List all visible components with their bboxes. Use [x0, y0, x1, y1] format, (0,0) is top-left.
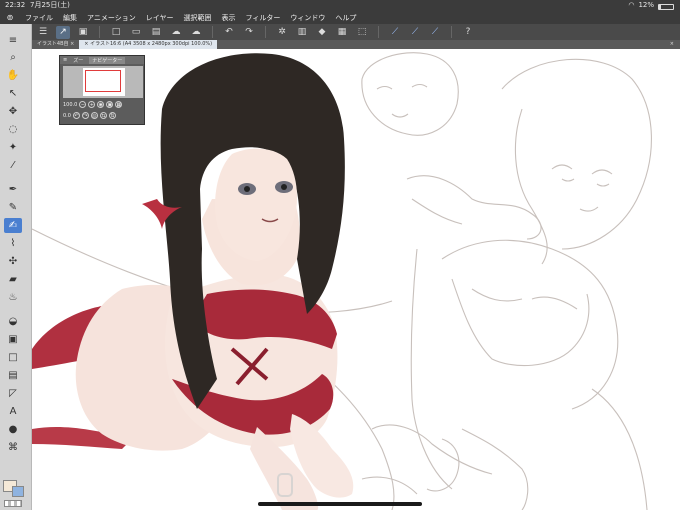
correction-tool-icon[interactable]: ⌘ [4, 440, 22, 455]
transparent-color-swatch[interactable] [4, 500, 22, 507]
menu-layer[interactable]: レイヤー [141, 13, 179, 23]
pen-tool-icon[interactable]: ✒ [4, 182, 22, 197]
status-right: ◠ 12% [628, 0, 674, 11]
tool-palette: ≡ ⌕ ✋ ↖ ✥ ◌ ✦ ⁄ ✒ ✎ ✍ ⌇ ✣ ▰ ♨ ◒ ▣ □ ▤ ◸ … [0, 24, 32, 510]
figure-tool-icon[interactable]: □ [4, 350, 22, 365]
text-tool-icon[interactable]: A [4, 404, 22, 419]
clear-icon[interactable]: ▥ [295, 26, 309, 39]
canvas-tab-strip: イラスト4B自 × × イラスト16:6 (A4 3508 x 2480px 3… [32, 40, 680, 49]
menu-view[interactable]: 表示 [217, 13, 241, 23]
eraser-icon[interactable]: ▰ [4, 272, 22, 287]
open-folder-icon[interactable]: ▭ [129, 26, 143, 39]
flip-vertical-icon[interactable]: ⇅ [108, 112, 116, 119]
menu-filter[interactable]: フィルター [241, 13, 286, 23]
battery-percent: 12% [638, 1, 654, 9]
tab-navigator[interactable]: ナビゲーター [89, 56, 126, 64]
home-indicator[interactable] [258, 502, 422, 506]
ios-status-bar: 22:32 7月25日(土) ◠ 12% [0, 0, 680, 11]
operation-tool-icon[interactable]: ↖ [4, 86, 22, 101]
handle-icon[interactable]: ≡ [4, 33, 22, 48]
balloon-tool-icon[interactable]: ● [4, 422, 22, 437]
redo-icon[interactable]: ↷ [242, 26, 256, 39]
tab-inactive-canvas[interactable]: イラスト4B自 × [32, 40, 79, 49]
layer-icon[interactable]: ▣ [76, 26, 90, 39]
toolbar-divider [99, 26, 100, 38]
palette-menu-icon[interactable]: ≡ [63, 57, 67, 63]
toolbar-divider [265, 26, 266, 38]
rotate-left-icon[interactable]: ↶ [72, 112, 80, 119]
toolbar-divider [378, 26, 379, 38]
tab-active-canvas[interactable]: × イラスト16:6 (A4 3508 x 2480px 300dpi 100.… [79, 40, 218, 49]
navigator-header: ≡ ズー ナビゲーター [60, 56, 144, 64]
toolbar-divider [451, 26, 452, 38]
rotation-row: 0.0 ↶ ↷ ◎ ⇆ ⇅ [63, 112, 116, 119]
zoom-in-icon[interactable]: + [88, 101, 96, 108]
ruler-tool-icon[interactable]: ◸ [4, 386, 22, 401]
flip-horizontal-icon[interactable]: ⇆ [99, 112, 107, 119]
selection-icon[interactable]: ⬚ [355, 26, 369, 39]
zoom-row: 100.0 − + ◉ ▣ ▦ [63, 101, 123, 108]
command-bar: ☰ ↗ ▣ □ ▭ ▤ ☁ ☁ ↶ ↷ ✲ ▥ ◆ ▦ ⬚ ⟋ ⟋ ⟋ ? [0, 24, 680, 40]
menu-file[interactable]: ファイル [20, 13, 58, 23]
status-date: 7月25日(土) [30, 1, 70, 9]
sub-color-swatch[interactable] [12, 486, 24, 497]
rotation-value[interactable]: 0.0 [63, 113, 71, 119]
brush-tool-icon[interactable]: ✍ [4, 218, 22, 233]
hamburger-icon[interactable]: ☰ [36, 26, 50, 39]
airbrush-icon[interactable]: ⌇ [4, 236, 22, 251]
move-tool-icon[interactable]: ✥ [4, 104, 22, 119]
viewport-frame[interactable] [85, 70, 121, 92]
navigator-thumbnail[interactable] [63, 66, 143, 98]
pencil-tool-icon[interactable]: ✎ [4, 200, 22, 215]
layer-fill-icon[interactable]: ▦ [335, 26, 349, 39]
undo-icon[interactable]: ↶ [222, 26, 236, 39]
menu-help[interactable]: ヘルプ [330, 13, 361, 23]
eyedropper-icon[interactable]: ⁄ [4, 158, 22, 173]
snap-special-icon[interactable]: ⟋ [408, 26, 422, 39]
blend-tool-icon[interactable]: ♨ [4, 290, 22, 305]
cloud-icon[interactable]: ☁ [189, 26, 203, 39]
fill-tool-icon[interactable]: ◒ [4, 314, 22, 329]
decoration-tool-icon[interactable]: ✣ [4, 254, 22, 269]
help-icon[interactable]: ? [461, 26, 475, 39]
reset-rotation-icon[interactable]: ◎ [90, 112, 98, 119]
snap-ruler-icon[interactable]: ⟋ [388, 26, 402, 39]
hand-tool-icon[interactable]: ✋ [4, 68, 22, 83]
lasso-tool-icon[interactable]: ◌ [4, 122, 22, 137]
modify-tool-icon[interactable]: ↗ [56, 25, 70, 39]
menu-bar: ⊚ ファイル 編集 アニメーション レイヤー 選択範囲 表示 フィルター ウィン… [0, 11, 680, 24]
fit-window-icon[interactable]: ▣ [106, 101, 114, 108]
tab-strip-close-icon[interactable]: × [670, 40, 680, 49]
menu-selection[interactable]: 選択範囲 [179, 13, 217, 23]
tab-zoom[interactable]: ズー [70, 57, 86, 64]
menu-animation[interactable]: アニメーション [82, 13, 141, 23]
fill-bucket-icon[interactable]: ◆ [315, 26, 329, 39]
cloud-up-icon[interactable]: ☁ [169, 26, 183, 39]
wifi-icon: ◠ [628, 1, 635, 9]
frame-border-icon[interactable]: ▤ [4, 368, 22, 383]
gradient-tool-icon[interactable]: ▣ [4, 332, 22, 347]
snap-grid-icon[interactable]: ⟋ [428, 26, 442, 39]
zoom-tool-icon[interactable]: ⌕ [4, 50, 22, 65]
actual-size-icon[interactable]: ◉ [97, 101, 105, 108]
clip-studio-logo-icon[interactable]: ⊚ [0, 13, 20, 22]
settings-gear-icon[interactable]: ✲ [275, 26, 289, 39]
fit-screen-icon[interactable]: ▦ [115, 101, 123, 108]
zoom-value[interactable]: 100.0 [63, 102, 77, 108]
save-icon[interactable]: ▤ [149, 26, 163, 39]
zoom-out-icon[interactable]: − [79, 101, 87, 108]
toolbar-divider [212, 26, 213, 38]
navigator-palette: ≡ ズー ナビゲーター 100.0 − + ◉ ▣ ▦ 0.0 ↶ ↷ ◎ ⇆ … [59, 55, 145, 125]
menu-edit[interactable]: 編集 [58, 13, 82, 23]
battery-icon [658, 3, 674, 10]
rotate-right-icon[interactable]: ↷ [81, 112, 89, 119]
status-time: 22:32 [5, 1, 26, 9]
magic-wand-icon[interactable]: ✦ [4, 140, 22, 155]
new-canvas-icon[interactable]: □ [109, 26, 123, 39]
menu-window[interactable]: ウィンドウ [285, 13, 330, 23]
